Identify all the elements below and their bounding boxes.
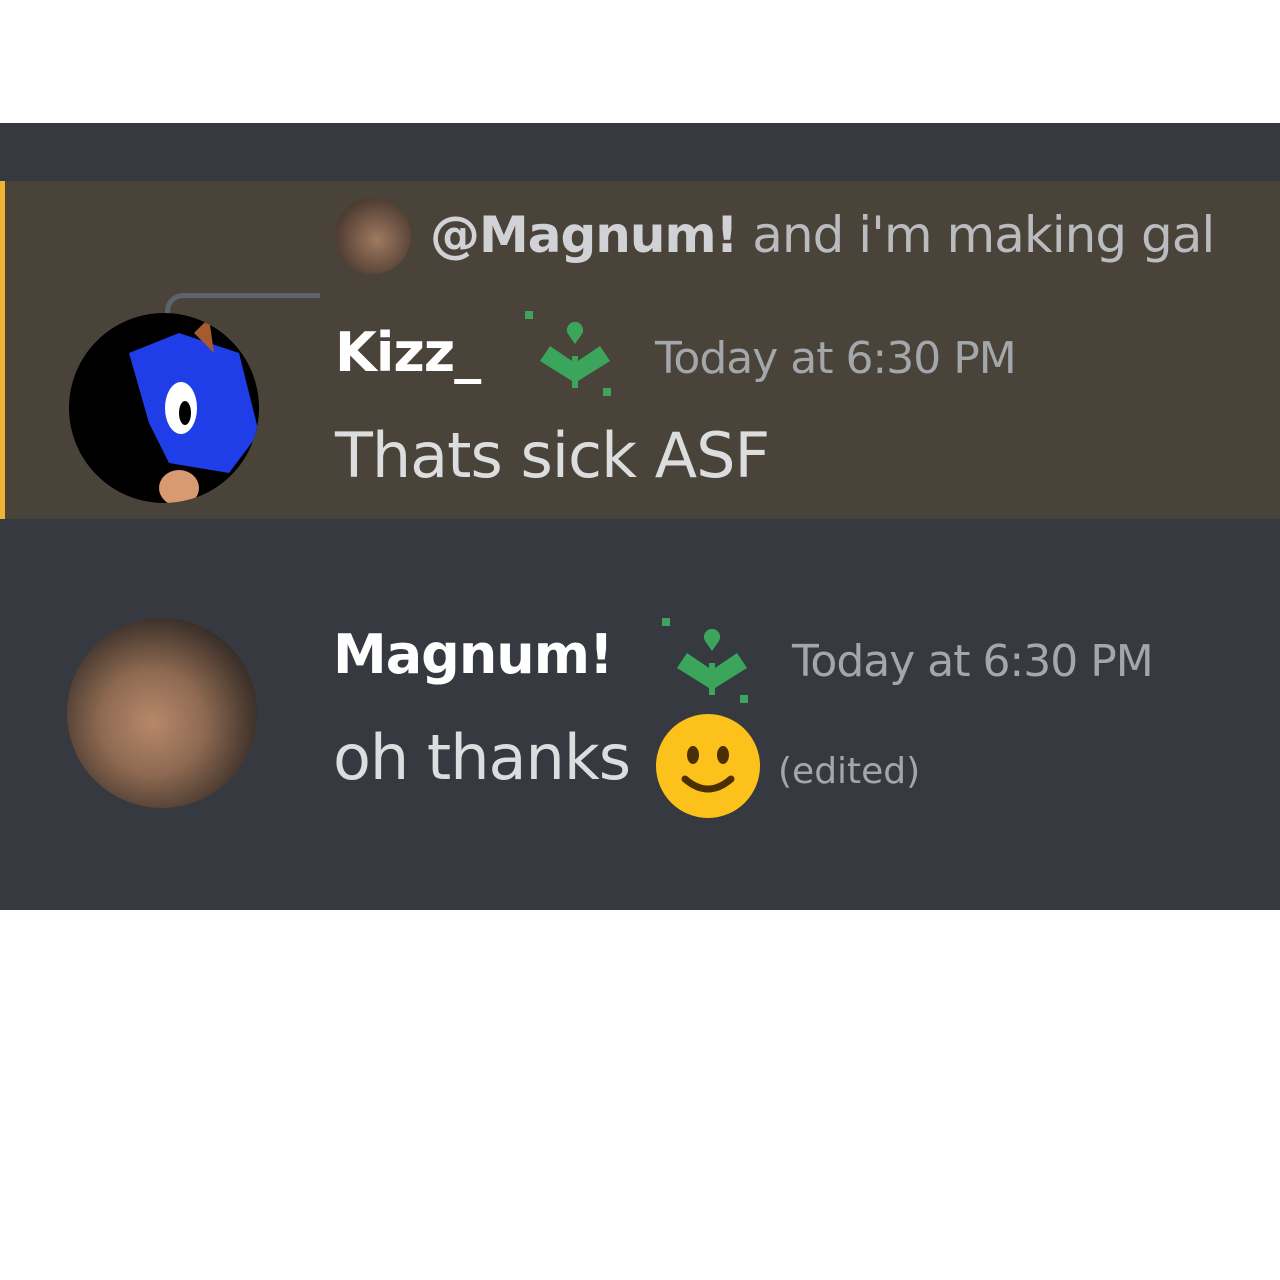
sprout-badge-icon[interactable] — [657, 613, 757, 708]
reply-text: and i'm making gal — [752, 206, 1215, 264]
reply-avatar[interactable] — [335, 198, 411, 274]
sprout-badge-icon[interactable] — [520, 306, 620, 401]
avatar-magnum[interactable] — [67, 618, 257, 808]
reply-mention[interactable]: @Magnum! — [430, 206, 738, 264]
message-content: oh thanks — [333, 721, 631, 794]
message-kizz[interactable]: @Magnum! and i'm making gal Kizz_ Today … — [0, 181, 1280, 519]
timestamp[interactable]: Today at 6:30 PM — [792, 636, 1154, 687]
edited-label: (edited) — [778, 751, 921, 792]
author-name[interactable]: Magnum! — [333, 623, 614, 686]
timestamp[interactable]: Today at 6:30 PM — [655, 333, 1017, 384]
avatar-kizz[interactable] — [69, 313, 259, 503]
sonic-avatar-icon — [129, 318, 259, 503]
author-name[interactable]: Kizz_ — [335, 321, 481, 384]
slightly-smiling-face-icon — [656, 714, 760, 818]
chat-messages: @Magnum! and i'm making gal Kizz_ Today … — [0, 123, 1280, 910]
message-content: Thats sick ASF — [335, 419, 770, 492]
reply-preview[interactable]: @Magnum! and i'm making gal — [430, 206, 1215, 264]
